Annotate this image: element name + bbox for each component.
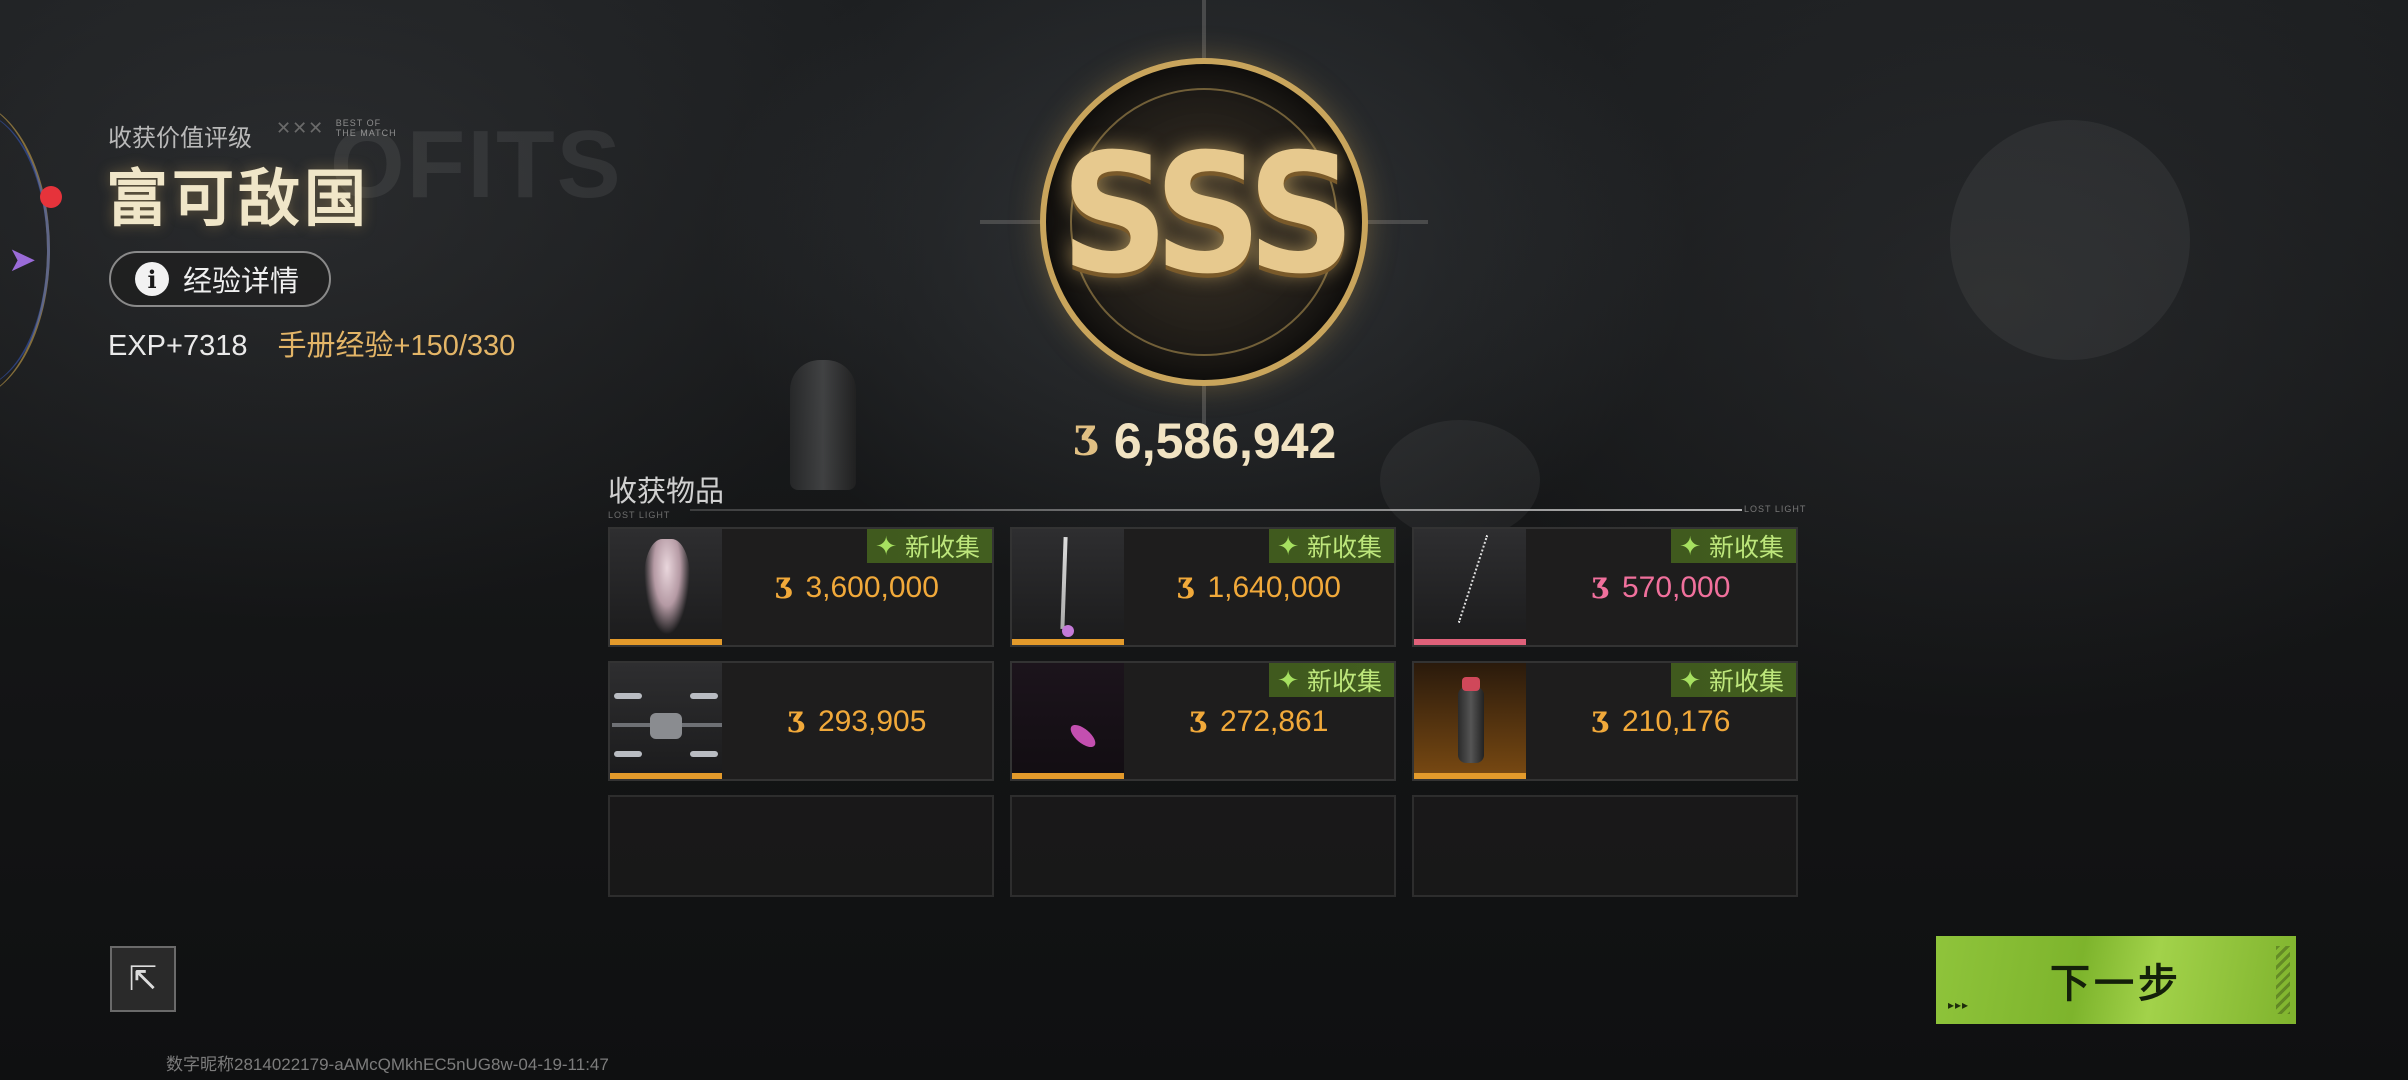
item-thumbnail [610, 529, 722, 645]
rank-emblem: SSS [980, 0, 1428, 444]
coin-icon: Ʒ [1189, 705, 1208, 739]
item-thumbnail [1012, 663, 1124, 779]
loot-item[interactable]: ✦ 新收集 Ʒ 1,640,000 [1010, 527, 1396, 647]
sparkle-icon: ✦ [875, 530, 897, 561]
sparkle-icon: ✦ [1679, 530, 1701, 561]
loot-end-tag: LOST LIGHT [1744, 504, 1807, 514]
drone-icon [650, 713, 682, 739]
badge-label: 新收集 [1708, 534, 1784, 562]
new-collection-badge: ✦ 新收集 [1671, 663, 1796, 697]
coin-icon: Ʒ [1591, 571, 1610, 605]
rarity-bar [1414, 639, 1526, 645]
item-value-text: 3,600,000 [805, 571, 939, 604]
item-value-text: 570,000 [1621, 571, 1731, 604]
item-value: Ʒ 272,861 [1124, 705, 1394, 739]
loot-title: 收获物品 [608, 476, 725, 508]
rating-title: 富可敌国 [106, 165, 371, 234]
phoenix-statue-icon [644, 539, 690, 635]
grade-text: SSS [1060, 119, 1356, 311]
item-value: Ʒ 1,640,000 [1124, 571, 1394, 605]
background-blur [1380, 420, 1540, 540]
badge-label: 新收集 [1306, 534, 1382, 562]
drone-rotor [614, 751, 642, 757]
rating-ghost-text: OFITS [330, 111, 623, 218]
item-value: Ʒ 570,000 [1526, 571, 1796, 605]
spray-item-icon [1067, 720, 1099, 752]
item-thumbnail [1414, 663, 1526, 779]
item-value-text: 293,905 [817, 705, 927, 738]
item-thumbnail [610, 663, 722, 779]
empty-loot-slot [1412, 795, 1798, 897]
drone-rotor [690, 751, 718, 757]
loot-header: 收获物品 LOST LIGHT [608, 468, 724, 520]
necklace-chain-icon [1457, 534, 1489, 624]
rarity-bar [1414, 773, 1526, 779]
golf-club-head [1062, 625, 1074, 637]
sparkle-icon: ✦ [1277, 664, 1299, 695]
info-icon: i [135, 262, 169, 296]
golf-club-icon [1060, 536, 1068, 630]
sparkle-icon: ✦ [1277, 530, 1299, 561]
item-thumbnail [1414, 529, 1526, 645]
loot-item[interactable]: ✦ 新收集 Ʒ 570,000 [1412, 527, 1798, 647]
exp-details-label: 经验详情 [183, 266, 300, 298]
item-value: Ʒ 210,176 [1526, 705, 1796, 739]
sparkle-icon: ✦ [1679, 664, 1701, 695]
loot-item[interactable]: ✦ 新收集 Ʒ 210,176 [1412, 661, 1798, 781]
coin-icon: Ʒ [775, 571, 794, 605]
item-value: Ʒ 293,905 [722, 705, 992, 739]
drone-rotor [614, 693, 642, 699]
item-thumbnail [1012, 529, 1124, 645]
background-blur [1950, 120, 2190, 360]
badge-label: 新收集 [904, 534, 980, 562]
stripe-decoration [2276, 946, 2290, 1014]
canister-icon [1458, 687, 1484, 763]
rarity-bar [610, 639, 722, 645]
new-collection-badge: ✦ 新收集 [1671, 529, 1796, 563]
item-value: Ʒ 3,600,000 [722, 571, 992, 605]
loot-item[interactable]: ✦ 新收集 Ʒ 3,600,000 [608, 527, 994, 647]
coin-icon: Ʒ [1591, 705, 1610, 739]
player-id-text: 数字昵称2814022179-aAMcQMkhEC5nUG8w-04-19-11… [166, 1055, 609, 1074]
next-step-label: 下一步 [2050, 962, 2182, 1006]
canister-cap [1462, 677, 1480, 691]
manual-exp-value: 手册经验+150/330 [277, 330, 516, 362]
coin-icon: Ʒ [1177, 571, 1196, 605]
new-collection-badge: ✦ 新收集 [1269, 529, 1394, 563]
item-value-text: 210,176 [1621, 705, 1731, 738]
empty-loot-slot [1010, 795, 1396, 897]
empty-loot-slot [608, 795, 994, 897]
cross-marks-icon: ✕✕✕ [276, 118, 325, 138]
item-value-text: 272,861 [1219, 705, 1329, 738]
total-amount: 6,586,942 [1113, 413, 1337, 469]
new-collection-badge: ✦ 新收集 [867, 529, 992, 563]
total-value: Ʒ 6,586,942 [1060, 412, 1350, 470]
rarity-bar [1012, 773, 1124, 779]
rarity-bar [1012, 639, 1124, 645]
loot-item[interactable]: ✦ 新收集 Ʒ 272,861 [1010, 661, 1396, 781]
triple-arrow-icon: ▸▸▸ [1948, 998, 1970, 1012]
loot-subtitle: LOST LIGHT [608, 510, 671, 520]
drone-rotor [690, 693, 718, 699]
share-icon: ⇱ [128, 960, 158, 998]
badge-label: 新收集 [1708, 668, 1784, 696]
loot-divider [690, 509, 1742, 511]
side-panel-arrow-icon[interactable]: ➤ [8, 240, 37, 280]
exp-details-button[interactable]: i 经验详情 [109, 251, 331, 307]
item-value-text: 1,640,000 [1207, 571, 1341, 604]
notification-dot [40, 186, 62, 208]
coin-icon: Ʒ [1073, 417, 1100, 465]
bullet-decoration [790, 360, 856, 490]
loot-item[interactable]: Ʒ 293,905 [608, 661, 994, 781]
badge-label: 新收集 [1306, 668, 1382, 696]
coin-icon: Ʒ [787, 705, 806, 739]
exp-value: EXP+7318 [108, 330, 248, 362]
share-button[interactable]: ⇱ [110, 946, 176, 1012]
next-step-button[interactable]: 下一步 ▸▸▸ [1936, 936, 2296, 1024]
new-collection-badge: ✦ 新收集 [1269, 663, 1394, 697]
exp-line: EXP+7318 手册经验+150/330 [108, 322, 515, 364]
rarity-bar [610, 773, 722, 779]
